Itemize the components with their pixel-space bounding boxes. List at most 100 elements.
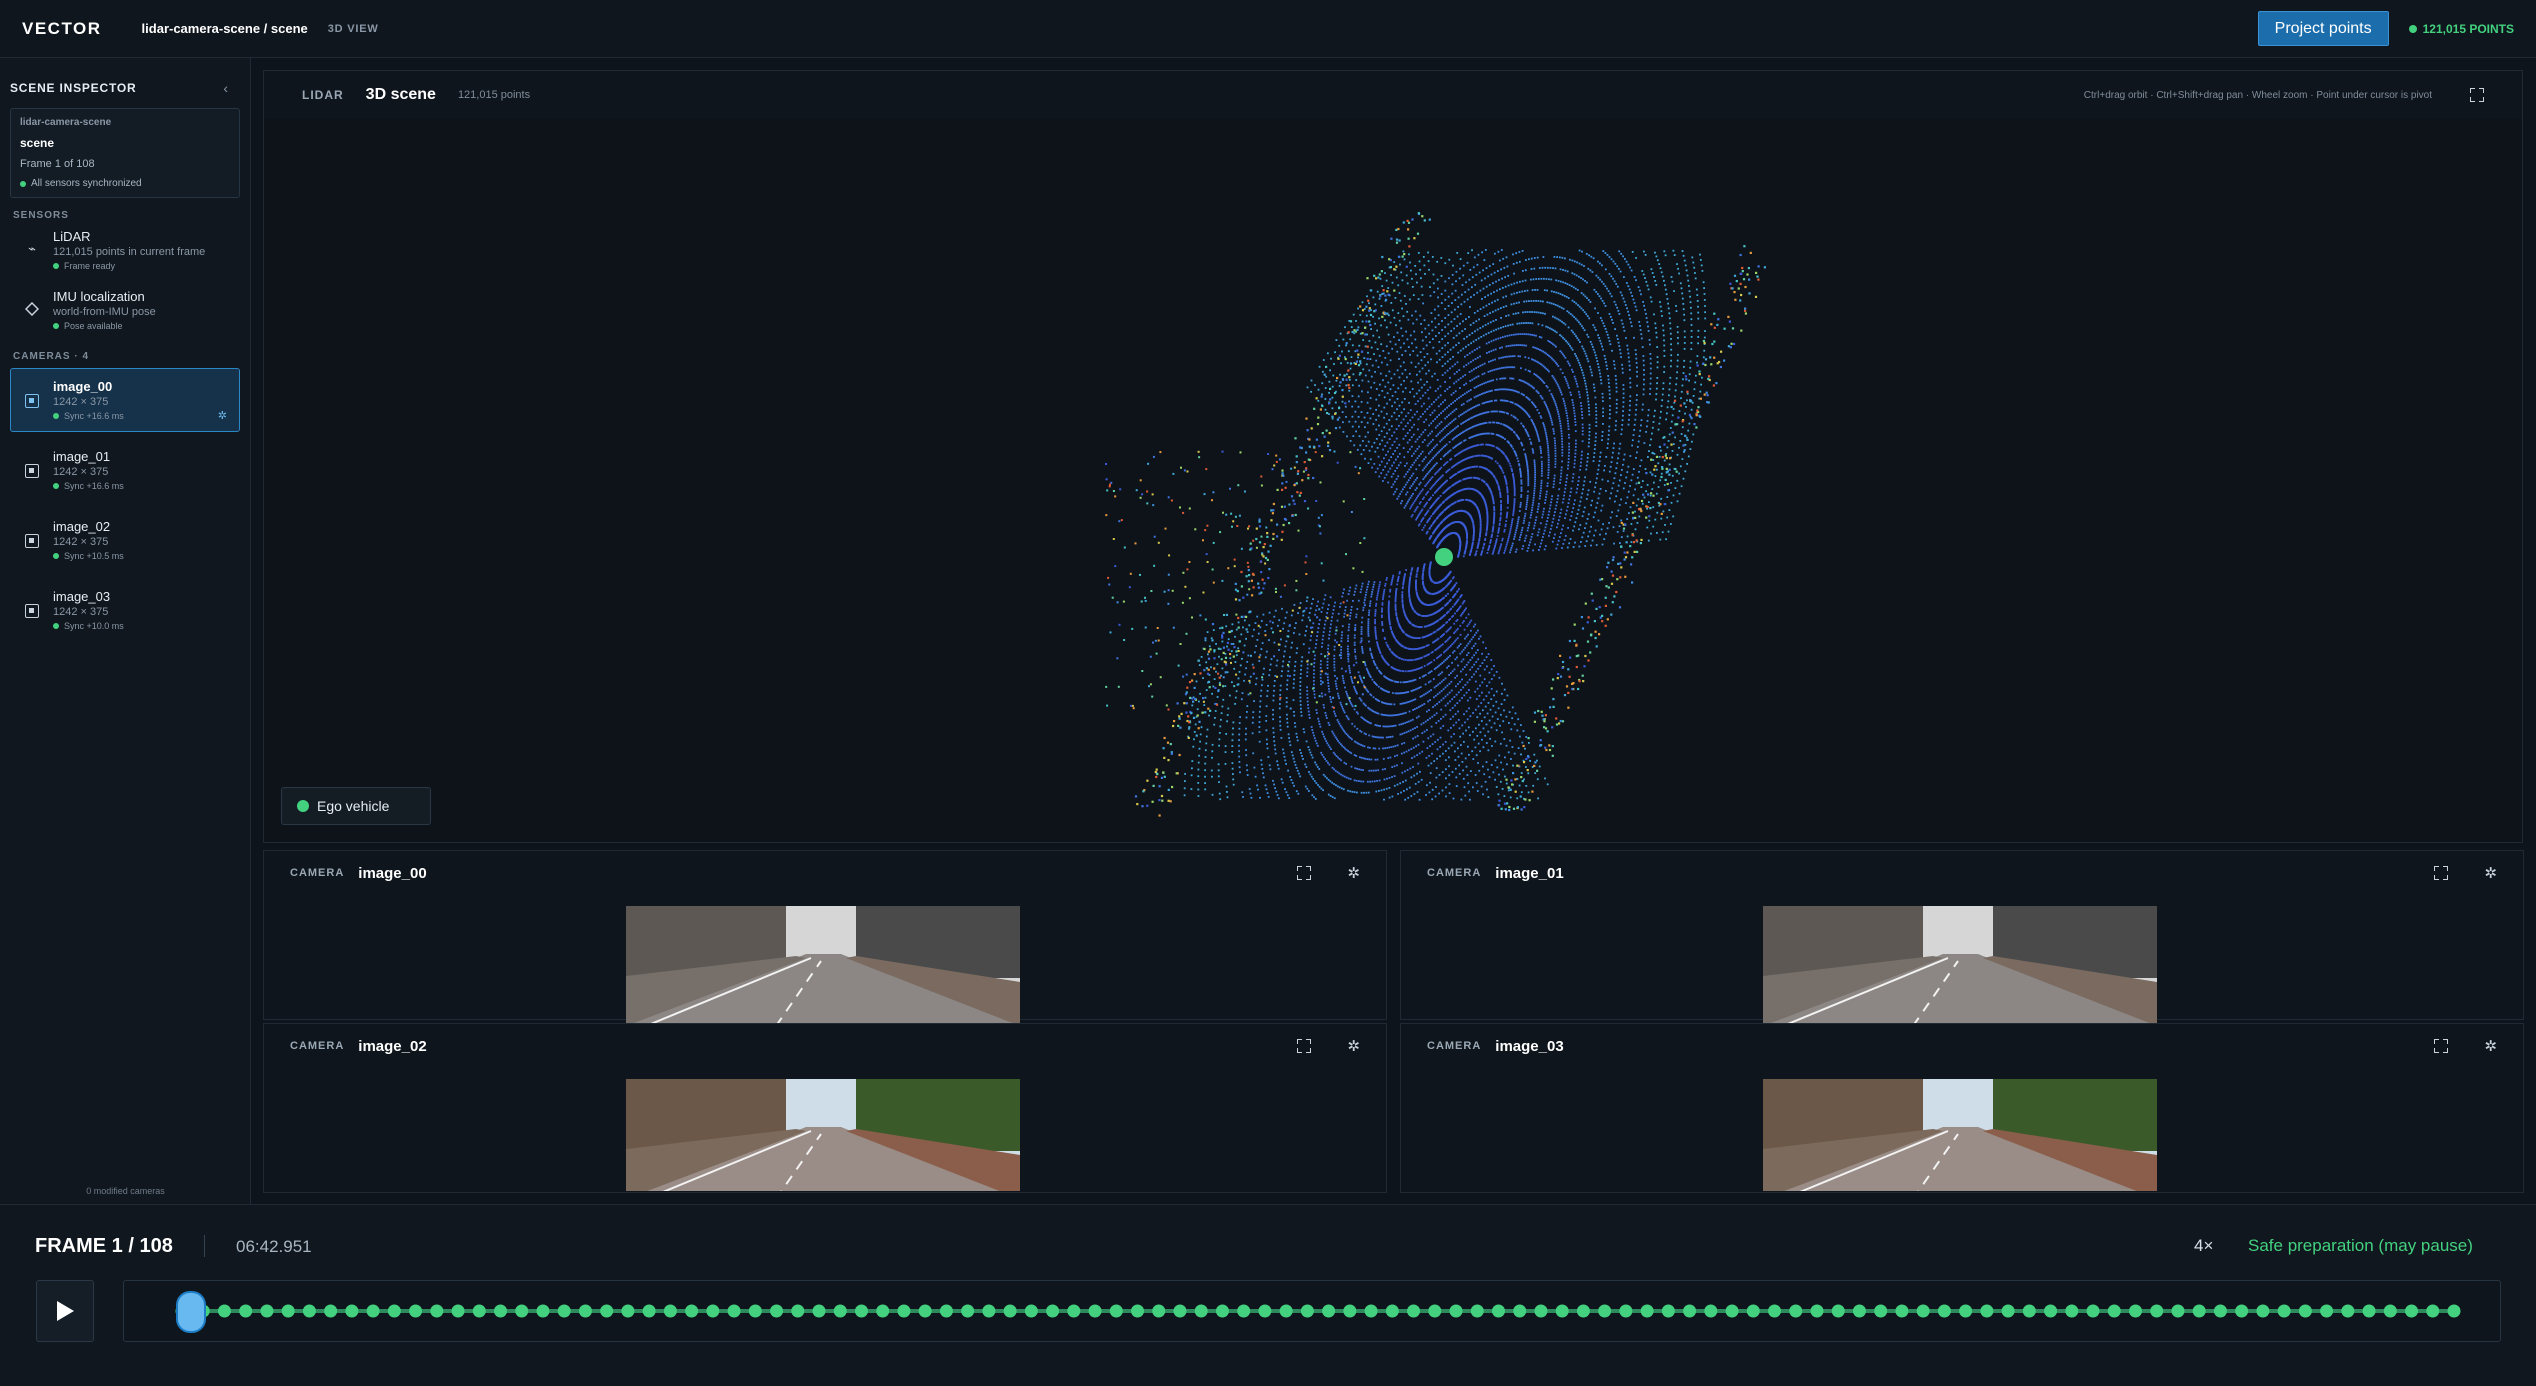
camera-panel-image-03: CAMERA image_03 ✲ [1400,1023,2524,1193]
expand-icon[interactable] [1297,1039,1312,1053]
frame-dot [1768,1304,1782,1318]
frame-dot [706,1304,720,1318]
divider [204,1235,205,1257]
frame-dot [366,1304,380,1318]
ego-vehicle-legend[interactable]: Ego vehicle [281,787,431,825]
sensor-name: LiDAR [53,229,91,244]
frame-dot [409,1304,423,1318]
frame-dot [961,1304,975,1318]
point-cloud-canvas[interactable] [264,119,2522,842]
gear-icon[interactable]: ✲ [2484,1037,2497,1055]
expand-icon[interactable] [1297,866,1312,880]
camera-tag: CAMERA [290,1040,345,1052]
frame-dot [1407,1304,1421,1318]
timecode: 06:42.951 [236,1237,312,1256]
camera-panel-image-00: CAMERA image_00 ✲ [263,850,1387,1026]
collapse-chevron-icon[interactable]: ‹ [223,80,228,96]
frame-dot [2341,1304,2355,1318]
diamond-icon [24,301,40,317]
frame-dot [557,1304,571,1318]
camera-resolution: 1242 × 375 [53,536,109,548]
sensor-status: Frame ready [53,261,250,271]
sensor-item-lidar[interactable]: ⌁ LiDAR 121,015 points in current frame … [0,227,250,287]
frame-dot [770,1304,784,1318]
frame-dot [1895,1304,1909,1318]
frame-dots[interactable] [124,1281,2500,1341]
status-dot-icon [53,623,59,629]
camera-item-image-02[interactable]: image_02 1242 × 375 Sync +10.5 ms [10,508,240,572]
ego-vehicle-marker [1435,548,1453,566]
frame-timeline[interactable] [123,1280,2501,1342]
camera-resolution: 1242 × 375 [53,396,109,408]
point-cloud-viewport[interactable] [264,119,2522,842]
playback-speed[interactable]: 4× [2194,1236,2213,1256]
scene-dataset: lidar-camera-scene [20,117,112,128]
camera-tag: CAMERA [1427,1040,1482,1052]
camera-item-image-00[interactable]: image_00 1242 × 375 Sync +16.6 ms ✲ [10,368,240,432]
frame-dot [430,1304,444,1318]
scene-inspector-sidebar: SCENE INSPECTOR ‹ lidar-camera-scene sce… [0,58,251,1204]
frame-dot [1109,1304,1123,1318]
frame-dot [2405,1304,2419,1318]
frame-dot [1279,1304,1293,1318]
camera-sync: Sync +16.6 ms [53,411,239,421]
camera-name: image_03 [53,589,111,604]
camera-sync: Sync +10.5 ms [53,551,239,561]
frame-dot [1067,1304,1081,1318]
camera-item-image-01[interactable]: image_01 1242 × 375 Sync +16.6 ms [10,438,240,502]
frame-dot [1576,1304,1590,1318]
frame-dot [791,1304,805,1318]
timeline-scrubber[interactable] [176,1291,206,1333]
camera-icon [25,464,39,478]
frame-dot [2171,1304,2185,1318]
status-dot-icon [53,553,59,559]
frame-dot [1046,1304,1060,1318]
frame-dot [1810,1304,1824,1318]
frame-dot [1937,1304,1951,1318]
frame-dot [854,1304,868,1318]
frame-dot [897,1304,911,1318]
frame-dot [2213,1304,2227,1318]
play-button[interactable] [36,1280,94,1342]
gear-icon[interactable]: ✲ [2484,864,2497,882]
frame-dot [387,1304,401,1318]
play-icon [57,1301,74,1321]
frame-dot [2235,1304,2249,1318]
gear-icon[interactable]: ✲ [218,409,227,422]
status-dot-icon [53,413,59,419]
gear-icon[interactable]: ✲ [1347,864,1360,882]
sensor-item-imu[interactable]: IMU localization world-from-IMU pose Pos… [0,287,250,347]
camera-item-image-03[interactable]: image_03 1242 × 375 Sync +10.0 ms [10,578,240,642]
frame-dot [982,1304,996,1318]
project-points-button[interactable]: Project points [2257,11,2389,46]
expand-icon[interactable] [2434,1039,2449,1053]
scene-tag: LIDAR [302,88,344,102]
frame-dot [1322,1304,1336,1318]
scene-sync-status: All sensors synchronized [20,178,230,189]
status-dot-icon [53,263,59,269]
frame-dot [1131,1304,1145,1318]
camera-name: image_00 [53,379,113,394]
expand-icon[interactable] [2470,88,2484,102]
frame-dot [1725,1304,1739,1318]
frame-dot [876,1304,890,1318]
camera-icon [25,604,39,618]
expand-icon[interactable] [2434,866,2449,880]
points-badge: 121,015 POINTS [2408,22,2514,36]
frame-dot [1619,1304,1633,1318]
frame-dot [939,1304,953,1318]
frame-dot [642,1304,656,1318]
camera-sync-label: Sync +10.5 ms [64,551,124,561]
frame-dot [1003,1304,1017,1318]
camera-title: image_02 [358,1037,427,1055]
scene-card[interactable]: lidar-camera-scene scene Frame 1 of 108 … [10,108,240,198]
playback-mode[interactable]: Safe preparation (may pause) [2248,1236,2473,1256]
sensor-status-label: Frame ready [64,261,116,271]
frame-dot [2256,1304,2270,1318]
frame-dot [1152,1304,1166,1318]
gear-icon[interactable]: ✲ [1347,1037,1360,1055]
frame-dot [515,1304,529,1318]
view-tag: 3D VIEW [327,22,379,35]
breadcrumb[interactable]: lidar-camera-scene / scene [142,21,308,36]
frame-dot [494,1304,508,1318]
